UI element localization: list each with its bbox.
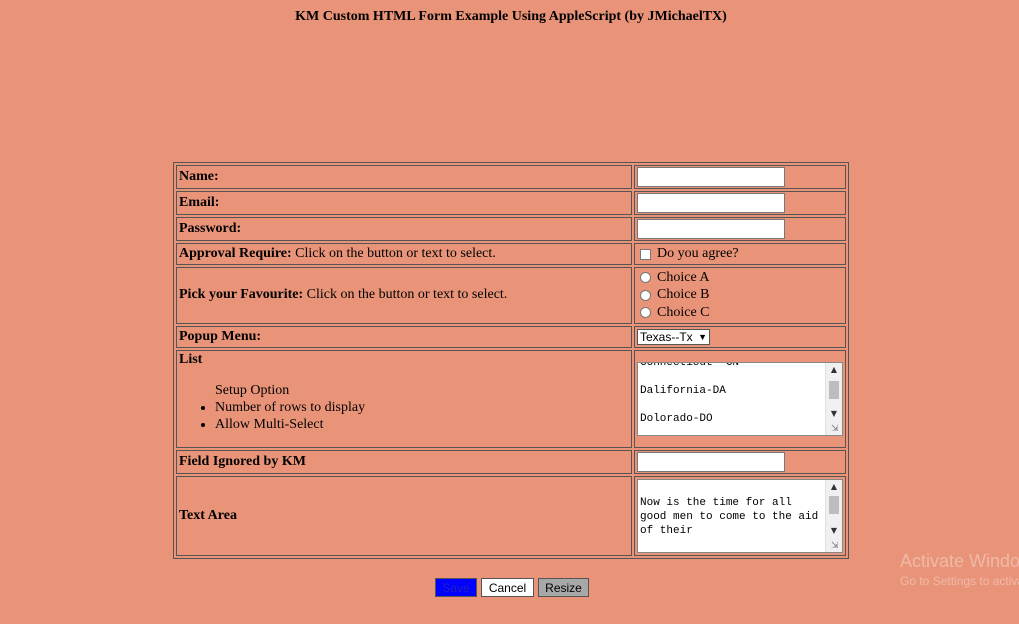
list-item[interactable]: Connecticut--CN	[638, 363, 842, 370]
choice-c-radio[interactable]	[640, 307, 651, 319]
email-row: Email:	[176, 191, 846, 215]
approval-checkbox-label[interactable]: Do you agree?	[657, 246, 739, 262]
favourite-row: Pick your Favourite: Click on the button…	[176, 267, 846, 324]
list-option-rows: Number of rows to display	[215, 399, 629, 416]
textarea-label: Text Area	[179, 507, 237, 523]
choice-a-radio[interactable]	[640, 272, 651, 284]
list-row: List Setup Option Number of rows to disp…	[176, 349, 846, 448]
scroll-down-icon[interactable]: ▼	[826, 407, 842, 421]
approval-checkbox-row[interactable]: Do you agree?	[637, 245, 843, 263]
resize-button[interactable]: Resize	[538, 578, 589, 597]
popup-selected-value: Texas--Tx	[640, 329, 693, 344]
choice-b-option[interactable]: Choice B	[637, 287, 843, 305]
resize-grip-icon[interactable]: ⇲	[831, 424, 841, 434]
text-area[interactable]: Now is the time for all good men to come…	[637, 478, 843, 553]
scroll-thumb[interactable]	[829, 380, 839, 399]
choice-a-label[interactable]: Choice A	[657, 270, 710, 286]
name-input[interactable]	[637, 167, 785, 187]
choice-c-option[interactable]: Choice C	[637, 304, 843, 322]
approval-description: Click on the button or text to select.	[291, 246, 496, 261]
ignored-input[interactable]	[637, 451, 785, 472]
password-row: Password:	[176, 217, 846, 241]
scroll-thumb[interactable]	[829, 495, 839, 514]
state-listbox[interactable]: Connecticut--CN Dalifornia-DA Dolorado-D…	[637, 361, 843, 436]
name-label-cell: Name:	[176, 165, 632, 189]
choice-b-label[interactable]: Choice B	[657, 287, 710, 303]
form-buttons: Save Cancel Resize	[435, 578, 589, 597]
list-item[interactable]: Dolorado-DO	[638, 412, 842, 426]
popup-label: Popup Menu:	[179, 328, 262, 344]
name-input-cell	[634, 165, 846, 189]
name-label: Name:	[179, 169, 219, 184]
list-item[interactable]: Dalifornia-DA	[638, 384, 842, 398]
approval-row: Approval Require: Click on the button or…	[176, 243, 846, 265]
textarea-row: Text Area Now is the time for all good m…	[176, 475, 846, 556]
scroll-down-icon[interactable]: ▼	[826, 524, 842, 538]
popup-row: Popup Menu: Texas--Tx ▼	[176, 325, 846, 348]
watermark-subtitle: Go to Settings to activate Windows.	[900, 574, 1019, 588]
list-setup-heading: Setup Option	[215, 382, 290, 398]
choice-b-radio[interactable]	[640, 289, 651, 301]
approval-label: Approval Require:	[179, 246, 292, 261]
activate-windows-watermark: Activate Windows Go to Settings to activ…	[900, 551, 1019, 588]
list-setup-options: Number of rows to display Allow Multi-Se…	[179, 399, 629, 433]
scroll-up-icon[interactable]: ▲	[826, 363, 842, 377]
resize-grip-icon[interactable]: ⇲	[831, 541, 841, 551]
scroll-up-icon[interactable]: ▲	[826, 480, 842, 494]
choice-c-label[interactable]: Choice C	[657, 305, 710, 321]
choice-a-option[interactable]: Choice A	[637, 269, 843, 287]
list-option-multiselect: Allow Multi-Select	[215, 416, 629, 433]
chevron-down-icon: ▼	[698, 331, 707, 342]
cancel-button[interactable]: Cancel	[481, 578, 534, 597]
password-input[interactable]	[637, 219, 785, 239]
page-title: KM Custom HTML Form Example Using AppleS…	[295, 9, 727, 24]
email-input[interactable]	[637, 193, 785, 213]
ignored-row: Field Ignored by KM	[176, 449, 846, 474]
save-button[interactable]: Save	[435, 578, 477, 597]
list-label: List	[179, 351, 203, 367]
name-row: Name:	[176, 165, 846, 189]
favourite-label: Pick your Favourite:	[179, 287, 304, 303]
favourite-description: Click on the button or text to select.	[303, 287, 508, 303]
watermark-title: Activate Windows	[900, 551, 1019, 571]
km-form-table: Name: Email: Password: Approval Require:…	[173, 162, 849, 559]
text-area-content: Now is the time for all good men to come…	[640, 496, 819, 537]
email-label: Email:	[179, 195, 220, 210]
ignored-label: Field Ignored by KM	[179, 453, 306, 469]
approval-checkbox[interactable]	[640, 248, 651, 260]
password-label: Password:	[179, 221, 242, 236]
popup-menu-select[interactable]: Texas--Tx ▼	[637, 328, 710, 345]
